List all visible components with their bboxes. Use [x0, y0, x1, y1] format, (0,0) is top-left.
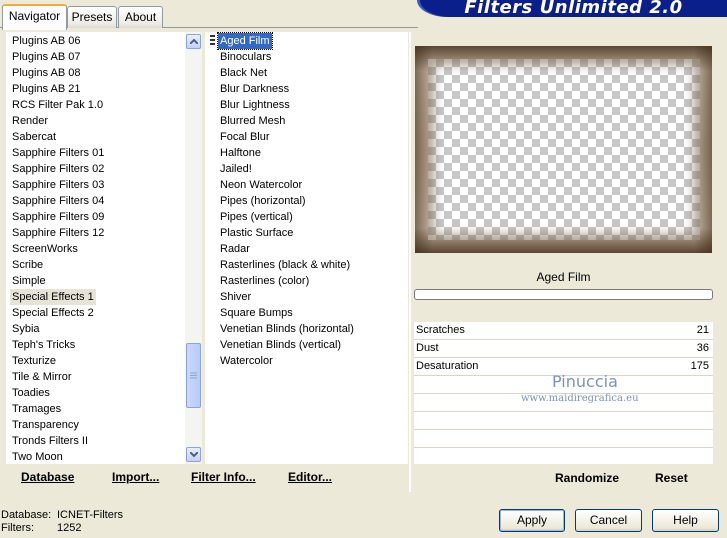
preview-image — [428, 59, 700, 240]
category-item[interactable]: Sybia — [10, 321, 42, 337]
filter-item[interactable]: Plastic Surface — [218, 225, 295, 241]
filter-item[interactable]: Watercolor — [218, 353, 275, 369]
filter-item[interactable]: Venetian Blinds (horizontal) — [218, 321, 356, 337]
filter-name-label: Aged Film — [536, 270, 591, 284]
category-item[interactable]: Tile & Mirror — [10, 369, 73, 385]
filter-item[interactable]: Pipes (horizontal) — [218, 193, 308, 209]
tab-about[interactable]: About — [118, 6, 163, 28]
tab-presets[interactable]: Presets — [67, 6, 117, 28]
filter-item[interactable]: Pipes (vertical) — [218, 209, 295, 225]
category-item[interactable]: Plugins AB 08 — [10, 65, 83, 81]
filter-item[interactable]: Radar — [218, 241, 252, 257]
grip-icon — [190, 372, 197, 379]
filter-item[interactable]: Halftone — [218, 145, 263, 161]
category-item[interactable]: Plugins AB 06 — [10, 33, 83, 49]
filters-status-label: Filters: — [1, 522, 34, 534]
watermark-name: Pinuccia — [552, 372, 618, 391]
category-item[interactable]: Texturize — [10, 353, 58, 369]
category-item[interactable]: Tramages — [10, 401, 63, 417]
filter-item[interactable]: Focal Blur — [218, 129, 272, 145]
category-list[interactable]: Plugins AB 06 Plugins AB 07 Plugins AB 08 P… — [6, 32, 202, 464]
filter-item[interactable]: Rasterlines (black & white) — [218, 257, 352, 273]
category-item[interactable]: Plugins AB 07 — [10, 49, 83, 65]
parameter-label: Desaturation — [416, 360, 479, 372]
category-item[interactable]: Plugins AB 21 — [10, 81, 83, 97]
database-status-value: ICNET-Filters — [57, 509, 123, 521]
reset-button[interactable]: Reset — [655, 471, 688, 485]
filter-info-link[interactable]: Filter Info... — [191, 470, 256, 484]
parameter-value[interactable]: 175 — [691, 358, 709, 374]
list-marker-icon — [210, 34, 215, 46]
app-banner: Filters Unlimited 2.0 — [420, 0, 727, 18]
parameter-value[interactable]: 36 — [697, 340, 709, 356]
category-item[interactable]: Sabercat — [10, 129, 58, 145]
category-item[interactable]: Sapphire Filters 01 — [10, 145, 106, 161]
filter-item[interactable]: Neon Watercolor — [218, 177, 304, 193]
filter-item[interactable]: Black Net — [218, 65, 269, 81]
parameter-row[interactable]: Dust 36 — [414, 340, 713, 358]
scroll-thumb[interactable] — [186, 343, 201, 408]
category-item[interactable]: Render — [10, 113, 50, 129]
filter-list[interactable]: Aged Film Binoculars Black Net Blur Darknes… — [205, 32, 408, 464]
category-item[interactable]: Two Moon — [10, 449, 65, 465]
category-item[interactable]: Sapphire Filters 04 — [10, 193, 106, 209]
tab-navigator-label: Navigator — [8, 9, 61, 23]
category-item[interactable]: ScreenWorks — [10, 241, 80, 257]
category-item[interactable]: Simple — [10, 273, 48, 289]
apply-button[interactable]: Apply — [499, 509, 565, 532]
category-item[interactable]: Sapphire Filters 03 — [10, 177, 106, 193]
editor-link[interactable]: Editor... — [288, 470, 332, 484]
database-status-label: Database: — [1, 509, 52, 521]
filter-item[interactable]: Blur Darkness — [218, 81, 291, 97]
cancel-button[interactable]: Cancel — [575, 509, 642, 532]
database-link[interactable]: Database — [21, 470, 74, 484]
chevron-up-icon — [189, 39, 198, 44]
category-item[interactable]: Teph's Tricks — [10, 337, 77, 353]
filter-item[interactable]: Square Bumps — [218, 305, 295, 321]
parameter-row[interactable]: Scratches 21 — [414, 322, 713, 340]
filter-item[interactable]: Shiver — [218, 289, 253, 305]
category-item[interactable]: Transparency — [10, 417, 81, 433]
tab-about-label: About — [124, 10, 157, 24]
scroll-down-button[interactable] — [186, 447, 201, 462]
category-item[interactable]: Sapphire Filters 12 — [10, 225, 106, 241]
parameter-value[interactable]: 21 — [697, 322, 709, 338]
category-item[interactable]: Tronds Filters II — [10, 433, 90, 449]
panel-separator — [409, 32, 411, 492]
category-item[interactable]: RCS Filter Pak 1.0 — [10, 97, 105, 113]
filter-item[interactable]: Binoculars — [218, 49, 273, 65]
parameter-label: Dust — [416, 342, 439, 354]
category-item[interactable]: Scribe — [10, 257, 45, 273]
category-item[interactable]: Toadies — [10, 385, 52, 401]
filter-item[interactable]: Aged Film — [217, 32, 273, 50]
category-item[interactable]: Sapphire Filters 09 — [10, 209, 106, 225]
category-item[interactable]: Special Effects 1 — [10, 289, 96, 305]
app-title: Filters Unlimited 2.0 — [464, 0, 683, 18]
filter-item[interactable]: Jailed! — [218, 161, 254, 177]
tab-presets-label: Presets — [71, 10, 113, 24]
filter-item[interactable]: Rasterlines (color) — [218, 273, 311, 289]
randomize-button[interactable]: Randomize — [555, 471, 619, 485]
parameter-label: Scratches — [416, 324, 465, 336]
tab-navigator[interactable]: Navigator — [2, 4, 67, 30]
category-item[interactable]: Sapphire Filters 02 — [10, 161, 106, 177]
chevron-down-icon — [189, 452, 198, 457]
scroll-up-button[interactable] — [186, 34, 201, 49]
filter-item[interactable]: Blurred Mesh — [218, 113, 287, 129]
filters-status-value: 1252 — [57, 522, 82, 534]
category-item[interactable]: Special Effects 2 — [10, 305, 96, 321]
progress-bar — [414, 289, 713, 300]
category-scrollbar[interactable] — [185, 32, 202, 464]
help-button[interactable]: Help — [652, 509, 719, 532]
filter-item[interactable]: Venetian Blinds (vertical) — [218, 337, 343, 353]
watermark-url: www.maidiregrafica.eu — [521, 393, 639, 404]
filter-item[interactable]: Blur Lightness — [218, 97, 292, 113]
import-link[interactable]: Import... — [112, 470, 159, 484]
